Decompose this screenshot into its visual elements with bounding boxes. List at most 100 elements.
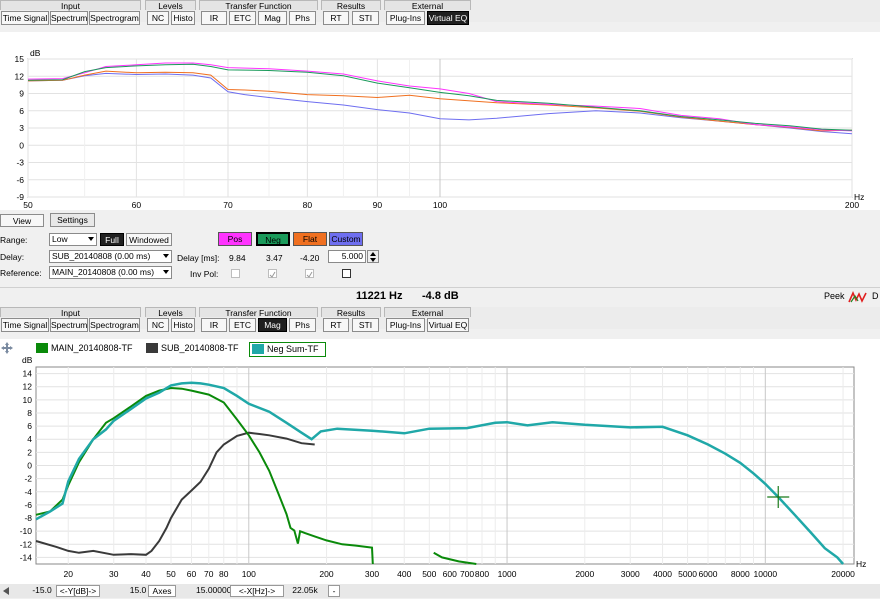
x-tick-label: 50 [23,200,33,210]
delay-select[interactable]: SUB_20140808 (0.00 ms) [49,250,172,263]
histo-button[interactable]: Histo [171,11,195,25]
x-max-value[interactable]: 22.05k [284,585,326,597]
nc-button[interactable]: NC [147,11,169,25]
spectrum-button[interactable]: Spectrum [50,11,88,25]
x-min-value[interactable]: 15.00000 [196,585,231,597]
scroll-left-icon[interactable] [1,585,11,597]
sti-button[interactable]: STI [352,318,379,332]
x-tick-label: 20000 [831,569,855,579]
rt-button[interactable]: RT [323,318,349,332]
x-tick-label: 60 [187,569,197,579]
x-tick-label: 30 [109,569,119,579]
delay-ms-label: Delay [ms]: [177,253,220,263]
etc-button[interactable]: ETC [229,11,256,25]
minus-button[interactable]: - [328,585,340,597]
x-tick-label: 5000 [678,569,697,579]
x-tick-label: 700 [460,569,474,579]
virtual-eq-button[interactable]: Virtual EQ [427,11,469,25]
pos-inv-pol-checkbox[interactable] [231,269,240,278]
y-max-value[interactable]: 15.0 [128,585,148,597]
x-axis-button[interactable]: <-X[Hz]-> [230,585,284,597]
transfer-function-chart[interactable]: 14121086420-2-4-6-8-10-12-1420 30 40 50 60 70… [0,339,880,584]
mag-button[interactable]: Mag [258,11,287,25]
flat-chip[interactable]: Flat [293,232,327,246]
arrow-up-icon[interactable] [370,252,376,256]
y-min-value[interactable]: -15.0 [30,585,54,597]
legend-neg-sum[interactable]: Neg Sum-TF [249,342,326,357]
group-input: Input Time Signal Spectrum Spectrogram [0,307,141,332]
sti-button[interactable]: STI [352,11,379,25]
y-tick-label: 10 [23,395,33,405]
x-tick-label: 100 [242,569,256,579]
flat-inv-pol-checkbox[interactable] [305,269,314,278]
virtual-eq-chart[interactable]: 15129630-3-6-950 60 70 80 90 100 200dBHz [0,32,880,210]
group-title: Input [0,307,141,318]
reference-select[interactable]: MAIN_20140808 (0.00 ms) [49,266,172,279]
ir-button[interactable]: IR [201,318,227,332]
spectrogram-button[interactable]: Spectrogram [89,318,140,332]
x-tick-label: 20 [64,569,74,579]
full-button[interactable]: Full [100,233,124,246]
brand-trail: D [872,291,879,301]
group-levels: Levels NC Histo [145,0,196,25]
reference-value: MAIN_20140808 (0.00 ms) [52,267,155,277]
pos-delay: 9.84 [229,253,246,263]
brand-name: Peek [824,291,845,301]
spectrum-button[interactable]: Spectrum [50,318,88,332]
plug-ins-button[interactable]: Plug-Ins [386,11,425,25]
chevron-down-icon [163,270,169,274]
custom-inv-pol-checkbox[interactable] [342,269,351,278]
x-tick-label: 4000 [653,569,672,579]
plug-ins-button[interactable]: Plug-Ins [386,318,425,332]
custom-chip[interactable]: Custom [329,232,363,246]
tab-view[interactable]: View [0,214,44,227]
x-tick-label: 3000 [621,569,640,579]
virtual-eq-button[interactable]: Virtual EQ [427,318,469,332]
tab-settings[interactable]: Settings [50,213,95,227]
arrow-down-icon[interactable] [370,258,376,262]
legend-main[interactable]: MAIN_20140808-TF [36,342,133,355]
spectrogram-button[interactable]: Spectrogram [89,11,140,25]
x-tick-label: 90 [373,200,383,210]
group-input: Input Time Signal Spectrum Spectrogram [0,0,141,25]
phs-button[interactable]: Phs [289,318,316,332]
mag-button[interactable]: Mag [258,318,287,332]
ir-button[interactable]: IR [201,11,227,25]
group-title: Results [321,307,381,318]
time-signal-button[interactable]: Time Signal [1,318,49,332]
nc-button[interactable]: NC [147,318,169,332]
group-results: Results RT STI [321,0,381,25]
legend-sub[interactable]: SUB_20140808-TF [146,342,239,355]
histo-button[interactable]: Histo [171,318,195,332]
y-tick-label: 6 [27,421,32,431]
axes-button[interactable]: Axes [148,585,176,597]
toolbar-top: Input Time Signal Spectrum Spectrogram L… [0,0,880,25]
y-tick-label: 12 [23,382,33,392]
delay-spinner[interactable] [367,250,379,263]
x-tick-label: 2000 [575,569,594,579]
range-label: Range: [0,235,28,245]
neg-chip[interactable]: Neg [256,232,290,246]
x-tick-label: 1000 [498,569,517,579]
range-select[interactable]: Low [49,233,97,246]
group-levels: Levels NC Histo [145,307,196,332]
pos-chip[interactable]: Pos [218,232,252,246]
time-signal-button[interactable]: Time Signal [1,11,49,25]
neg-delay: 3.47 [266,253,283,263]
phs-button[interactable]: Phs [289,11,316,25]
group-transfer-function: Transfer Function IR ETC Mag Phs [199,0,318,25]
move-icon[interactable] [1,342,13,354]
y-unit-label: dB [30,48,41,58]
y-tick-label: -12 [20,539,33,549]
neg-inv-pol-checkbox[interactable] [268,269,277,278]
virtual-eq-plot-panel: 15 12 9 6 3 0 -3 -6 -9 50 60 70 80 90 100 200 dB Hz [0,32,880,210]
windowed-button[interactable]: Windowed [126,233,172,246]
etc-button[interactable]: ETC [229,318,256,332]
x-tick-label: 300 [365,569,379,579]
y-axis-button[interactable]: <-Y[dB]-> [56,585,100,597]
check-icon [269,271,276,278]
x-tick-label: 40 [141,569,151,579]
custom-delay-input[interactable]: 5.000 [328,250,366,263]
delay-label: Delay: [0,252,25,262]
rt-button[interactable]: RT [323,11,349,25]
